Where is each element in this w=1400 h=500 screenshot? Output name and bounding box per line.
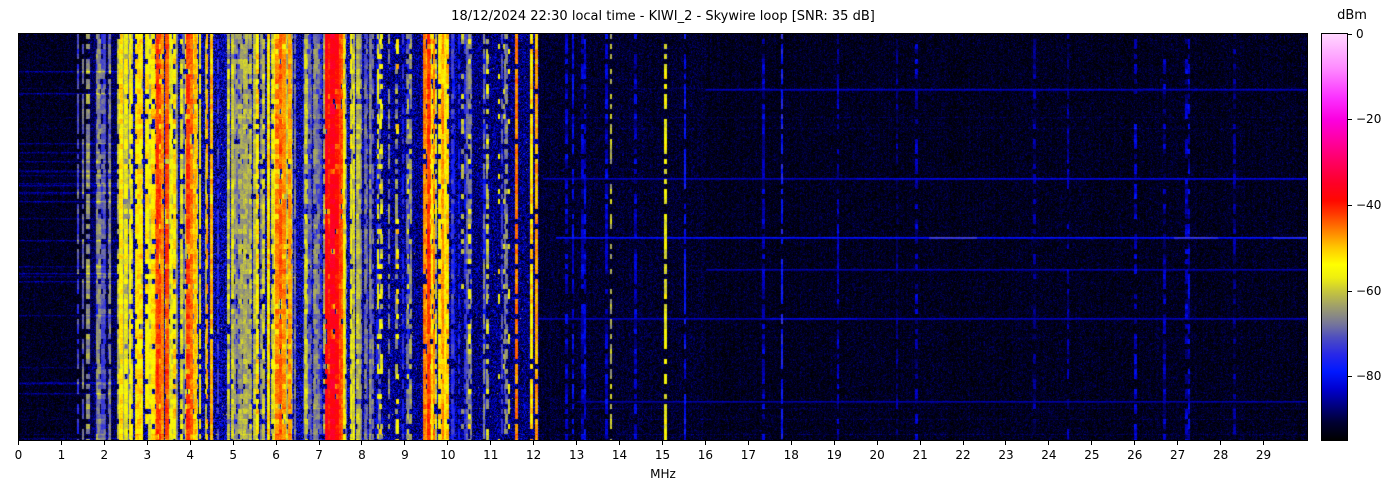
colorbar-gradient bbox=[1321, 33, 1348, 441]
x-tick-label: 13 bbox=[560, 449, 594, 462]
waterfall-plot bbox=[18, 33, 1308, 441]
colorbar-tick bbox=[1348, 34, 1352, 35]
x-tick-label: 17 bbox=[731, 449, 765, 462]
x-tick-label: 5 bbox=[216, 449, 250, 462]
x-tick-label: 6 bbox=[259, 449, 293, 462]
x-tick-label: 20 bbox=[860, 449, 894, 462]
x-tick-label: 12 bbox=[517, 449, 551, 462]
x-tick-label: 7 bbox=[302, 449, 336, 462]
x-tick-label: 28 bbox=[1204, 449, 1238, 462]
x-tick-label: 24 bbox=[1032, 449, 1066, 462]
x-tick bbox=[1048, 441, 1049, 445]
x-tick bbox=[319, 441, 320, 445]
x-tick bbox=[576, 441, 577, 445]
colorbar-tick-label: −80 bbox=[1356, 369, 1381, 383]
colorbar-tick bbox=[1348, 291, 1352, 292]
x-tick-label: 15 bbox=[646, 449, 680, 462]
x-tick bbox=[662, 441, 663, 445]
x-tick-label: 2 bbox=[87, 449, 121, 462]
colorbar-tick-label: −40 bbox=[1356, 198, 1381, 212]
x-tick-label: 23 bbox=[989, 449, 1023, 462]
x-tick bbox=[834, 441, 835, 445]
x-tick-label: 26 bbox=[1118, 449, 1152, 462]
x-tick bbox=[748, 441, 749, 445]
x-tick bbox=[963, 441, 964, 445]
x-tick-label: 3 bbox=[130, 449, 164, 462]
x-axis-label: MHz bbox=[18, 467, 1308, 481]
x-tick-label: 14 bbox=[603, 449, 637, 462]
x-tick bbox=[1177, 441, 1178, 445]
plot-title: 18/12/2024 22:30 local time - KIWI_2 - S… bbox=[18, 9, 1308, 24]
x-tick bbox=[1091, 441, 1092, 445]
x-tick-label: 27 bbox=[1161, 449, 1195, 462]
x-tick bbox=[361, 441, 362, 445]
x-tick bbox=[1134, 441, 1135, 445]
x-tick-label: 18 bbox=[774, 449, 808, 462]
x-tick bbox=[61, 441, 62, 445]
x-tick-label: 9 bbox=[388, 449, 422, 462]
x-tick bbox=[404, 441, 405, 445]
spectrogram-figure: 18/12/2024 22:30 local time - KIWI_2 - S… bbox=[0, 0, 1400, 500]
colorbar-tick bbox=[1348, 376, 1352, 377]
x-tick-label: 10 bbox=[431, 449, 465, 462]
x-tick bbox=[877, 441, 878, 445]
x-tick bbox=[619, 441, 620, 445]
x-tick bbox=[705, 441, 706, 445]
colorbar-tick-label: −20 bbox=[1356, 112, 1381, 126]
x-tick bbox=[18, 441, 19, 445]
colorbar-label: dBm bbox=[1330, 8, 1374, 23]
x-tick-label: 19 bbox=[817, 449, 851, 462]
x-tick-label: 29 bbox=[1247, 449, 1281, 462]
colorbar-tick-label: 0 bbox=[1356, 27, 1364, 41]
x-tick bbox=[233, 441, 234, 445]
x-tick bbox=[490, 441, 491, 445]
x-tick bbox=[791, 441, 792, 445]
x-tick-label: 0 bbox=[2, 449, 36, 462]
x-tick-label: 22 bbox=[946, 449, 980, 462]
x-tick-label: 25 bbox=[1075, 449, 1109, 462]
x-tick bbox=[1263, 441, 1264, 445]
x-tick bbox=[104, 441, 105, 445]
x-tick bbox=[447, 441, 448, 445]
x-tick-label: 11 bbox=[474, 449, 508, 462]
x-tick bbox=[276, 441, 277, 445]
x-tick-label: 8 bbox=[345, 449, 379, 462]
x-tick-label: 16 bbox=[688, 449, 722, 462]
x-tick-label: 4 bbox=[173, 449, 207, 462]
x-tick bbox=[190, 441, 191, 445]
x-tick bbox=[1220, 441, 1221, 445]
x-tick bbox=[147, 441, 148, 445]
x-tick bbox=[533, 441, 534, 445]
colorbar-tick bbox=[1348, 205, 1352, 206]
colorbar-tick bbox=[1348, 119, 1352, 120]
x-tick bbox=[920, 441, 921, 445]
x-tick bbox=[1005, 441, 1006, 445]
x-tick-label: 1 bbox=[44, 449, 78, 462]
colorbar-tick-label: −60 bbox=[1356, 284, 1381, 298]
waterfall-canvas bbox=[19, 34, 1307, 440]
x-tick-label: 21 bbox=[903, 449, 937, 462]
